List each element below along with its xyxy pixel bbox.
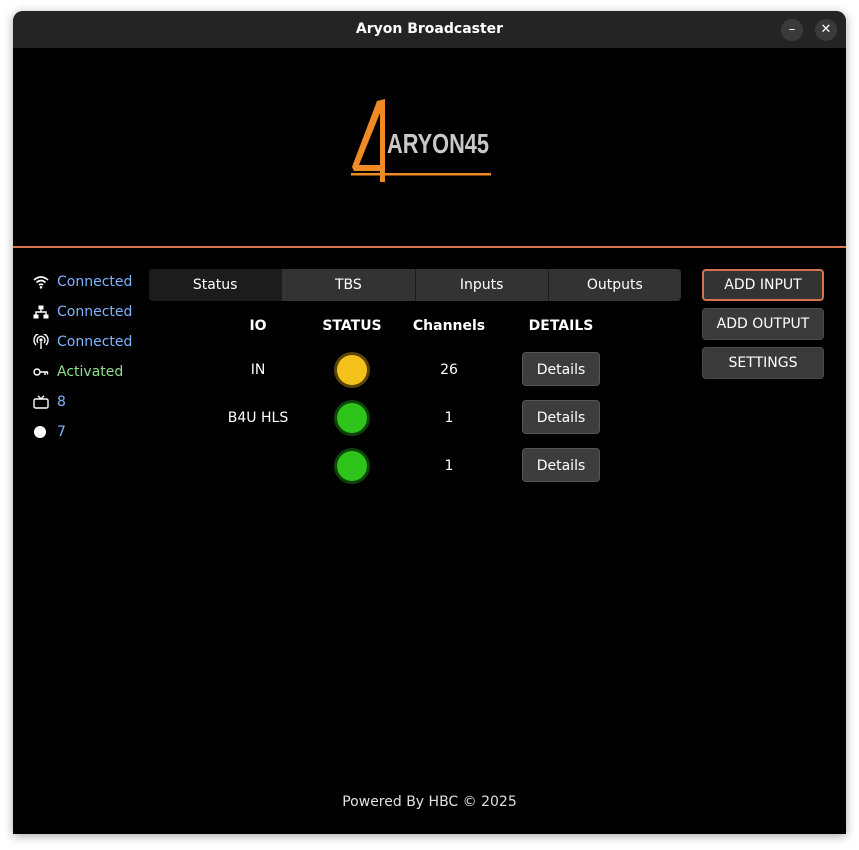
status-led <box>337 355 367 385</box>
network-status-label: Connected <box>57 304 133 320</box>
network-icon <box>33 305 57 319</box>
row-channels: 1 <box>444 410 454 426</box>
status-led <box>337 403 367 433</box>
row-io: IN <box>250 362 266 378</box>
details-button[interactable]: Details <box>522 448 600 482</box>
main-tabs: Status TBS Inputs Outputs <box>149 269 681 301</box>
license-status-label: Activated <box>57 364 124 380</box>
logo-text: ARYON45 <box>387 128 489 159</box>
tv-count-label: 8 <box>57 394 66 410</box>
wifi-status: Connected <box>33 267 153 297</box>
tab-status[interactable]: Status <box>149 269 282 301</box>
antenna-status: Connected <box>33 327 153 357</box>
header-channels: Channels <box>412 318 486 334</box>
tab-tbs[interactable]: TBS <box>281 269 415 301</box>
row-channels: 26 <box>440 362 458 378</box>
close-icon[interactable]: ✕ <box>815 19 837 41</box>
antenna-icon <box>33 334 57 350</box>
header-io: IO <box>249 318 267 334</box>
tv-icon <box>33 395 57 409</box>
logo-area: ARYON45 <box>13 48 846 246</box>
window-title: Aryon Broadcaster <box>355 21 504 37</box>
tab-inputs[interactable]: Inputs <box>414 269 548 301</box>
antenna-status-label: Connected <box>57 334 133 350</box>
aryon-logo: ARYON45 <box>351 99 491 182</box>
license-status: Activated <box>33 357 153 387</box>
dot-icon <box>33 425 57 439</box>
app-window: Aryon Broadcaster – ✕ ARYON45 Connected … <box>13 11 846 834</box>
details-button[interactable]: Details <box>522 352 600 386</box>
minimize-icon[interactable]: – <box>781 19 803 41</box>
network-status: Connected <box>33 297 153 327</box>
status-led <box>337 451 367 481</box>
wifi-icon <box>33 275 57 289</box>
details-button[interactable]: Details <box>522 400 600 434</box>
settings-button[interactable]: SETTINGS <box>702 347 824 379</box>
tab-outputs[interactable]: Outputs <box>547 269 681 301</box>
footer-credit: Powered By HBC © 2025 <box>342 794 517 810</box>
header-details: DETAILS <box>528 318 594 334</box>
dot-count-label: 7 <box>57 424 66 440</box>
key-icon <box>33 367 57 377</box>
wifi-status-label: Connected <box>57 274 133 290</box>
add-input-button[interactable]: ADD INPUT <box>702 269 824 301</box>
row-io: B4U HLS <box>227 410 289 426</box>
header-status: STATUS <box>322 318 382 334</box>
add-output-button[interactable]: ADD OUTPUT <box>702 308 824 340</box>
tv-count: 8 <box>33 387 153 417</box>
row-channels: 1 <box>444 458 454 474</box>
dot-count: 7 <box>33 417 153 447</box>
title-bar[interactable]: Aryon Broadcaster – ✕ <box>13 11 846 48</box>
header-divider <box>13 246 846 248</box>
status-sidebar: Connected Connected Connected Activated … <box>33 267 153 447</box>
